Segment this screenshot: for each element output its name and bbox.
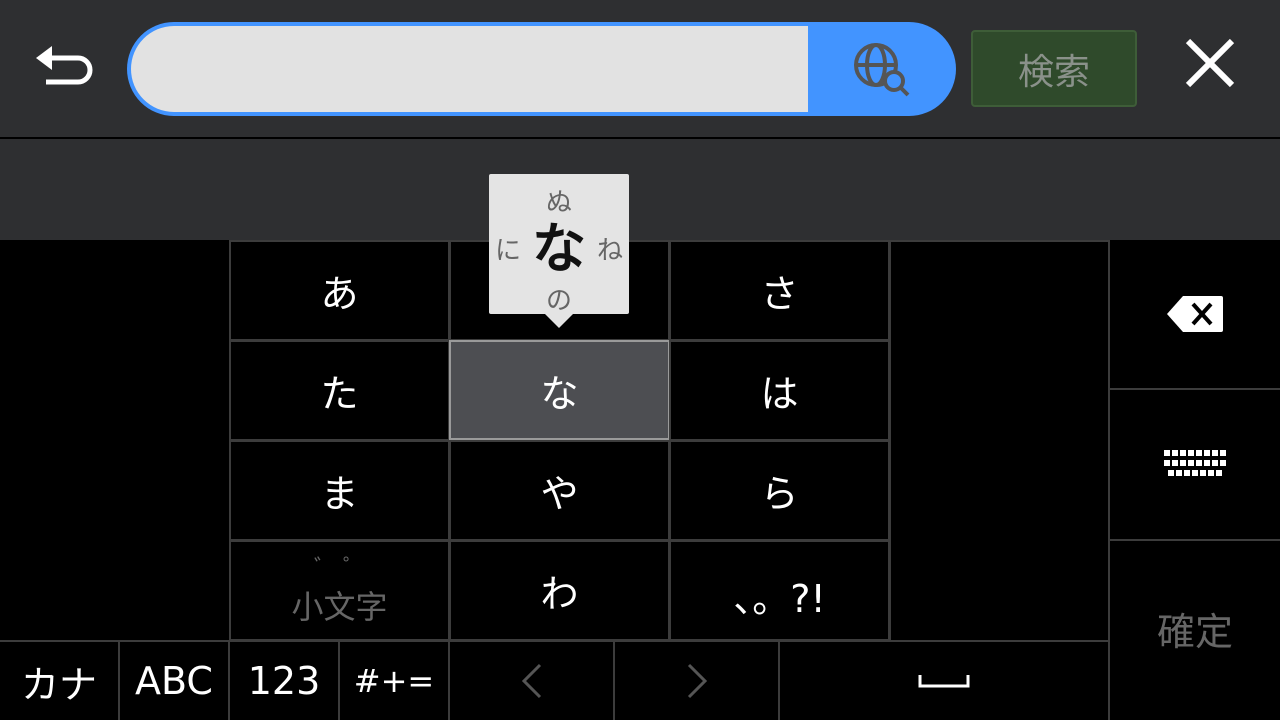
flick-right-char: ね xyxy=(596,236,623,266)
candidate-bar xyxy=(0,139,1280,240)
cursor-right-key[interactable] xyxy=(615,640,780,720)
key-label: わ xyxy=(540,572,579,616)
space-key[interactable] xyxy=(780,640,1110,720)
dakuten-marks: ゛ ゜ xyxy=(314,555,365,581)
key-label: は xyxy=(760,372,799,416)
key-label: ら xyxy=(760,472,799,516)
key-a[interactable]: あ xyxy=(229,240,450,341)
undo-arrow-icon xyxy=(36,46,93,85)
key-punctuation[interactable]: 、。?! xyxy=(669,540,890,641)
key-ta[interactable]: た xyxy=(229,340,450,441)
key-label: #+= xyxy=(353,662,435,700)
key-label: た xyxy=(320,372,359,416)
abc-mode-key[interactable]: ABC xyxy=(120,640,230,720)
key-label: ま xyxy=(320,472,359,516)
cursor-left-key[interactable] xyxy=(450,640,615,720)
key-small-letter[interactable]: ゛ ゜ 小文字 xyxy=(229,540,450,641)
popup-pointer xyxy=(544,313,574,328)
number-mode-key[interactable]: 123 xyxy=(230,640,340,720)
key-label: あ xyxy=(320,272,359,316)
key-label: な xyxy=(540,371,579,416)
key-label: 小文字 xyxy=(291,587,388,626)
keyboard-switch-key[interactable] xyxy=(1108,390,1280,541)
key-ra[interactable]: ら xyxy=(669,440,890,541)
search-button[interactable]: 検索 xyxy=(971,30,1137,107)
close-button[interactable] xyxy=(1170,28,1250,98)
symbol-mode-key[interactable]: #+= xyxy=(340,640,450,720)
search-input[interactable] xyxy=(131,26,808,112)
confirm-label: 確定 xyxy=(1156,610,1233,654)
chevron-left-icon xyxy=(521,663,541,699)
key-ya[interactable]: や xyxy=(449,440,670,541)
backspace-key[interactable] xyxy=(1108,240,1280,390)
flick-down-char: の xyxy=(545,286,572,316)
globe-search-icon xyxy=(854,43,910,97)
confirm-key[interactable]: 確定 xyxy=(1108,541,1280,720)
key-label: カナ xyxy=(20,662,97,707)
key-label: ABC xyxy=(135,659,213,703)
left-blank-panel xyxy=(0,240,230,640)
key-na[interactable]: な xyxy=(449,340,670,440)
web-search-button[interactable] xyxy=(827,32,937,106)
keyboard-icon xyxy=(1164,449,1226,476)
flick-popup: ぬ に な ね の xyxy=(489,174,629,316)
backspace-icon xyxy=(1167,296,1223,332)
key-sa[interactable]: さ xyxy=(669,240,890,341)
right-blank-panel xyxy=(889,240,1110,640)
kana-mode-key[interactable]: カナ xyxy=(0,640,120,720)
key-ma[interactable]: ま xyxy=(229,440,450,541)
close-x-icon xyxy=(1185,38,1235,88)
key-label: 、。?! xyxy=(733,577,826,621)
space-icon xyxy=(918,675,970,688)
key-label: さ xyxy=(760,272,799,316)
search-box xyxy=(127,22,956,116)
key-label: 123 xyxy=(247,659,321,703)
chevron-right-icon xyxy=(687,663,707,699)
top-bar: 検索 xyxy=(0,0,1280,137)
back-button[interactable] xyxy=(24,30,104,94)
key-label: や xyxy=(540,472,579,516)
key-ha[interactable]: は xyxy=(669,340,890,441)
key-wa[interactable]: わ xyxy=(449,540,670,641)
